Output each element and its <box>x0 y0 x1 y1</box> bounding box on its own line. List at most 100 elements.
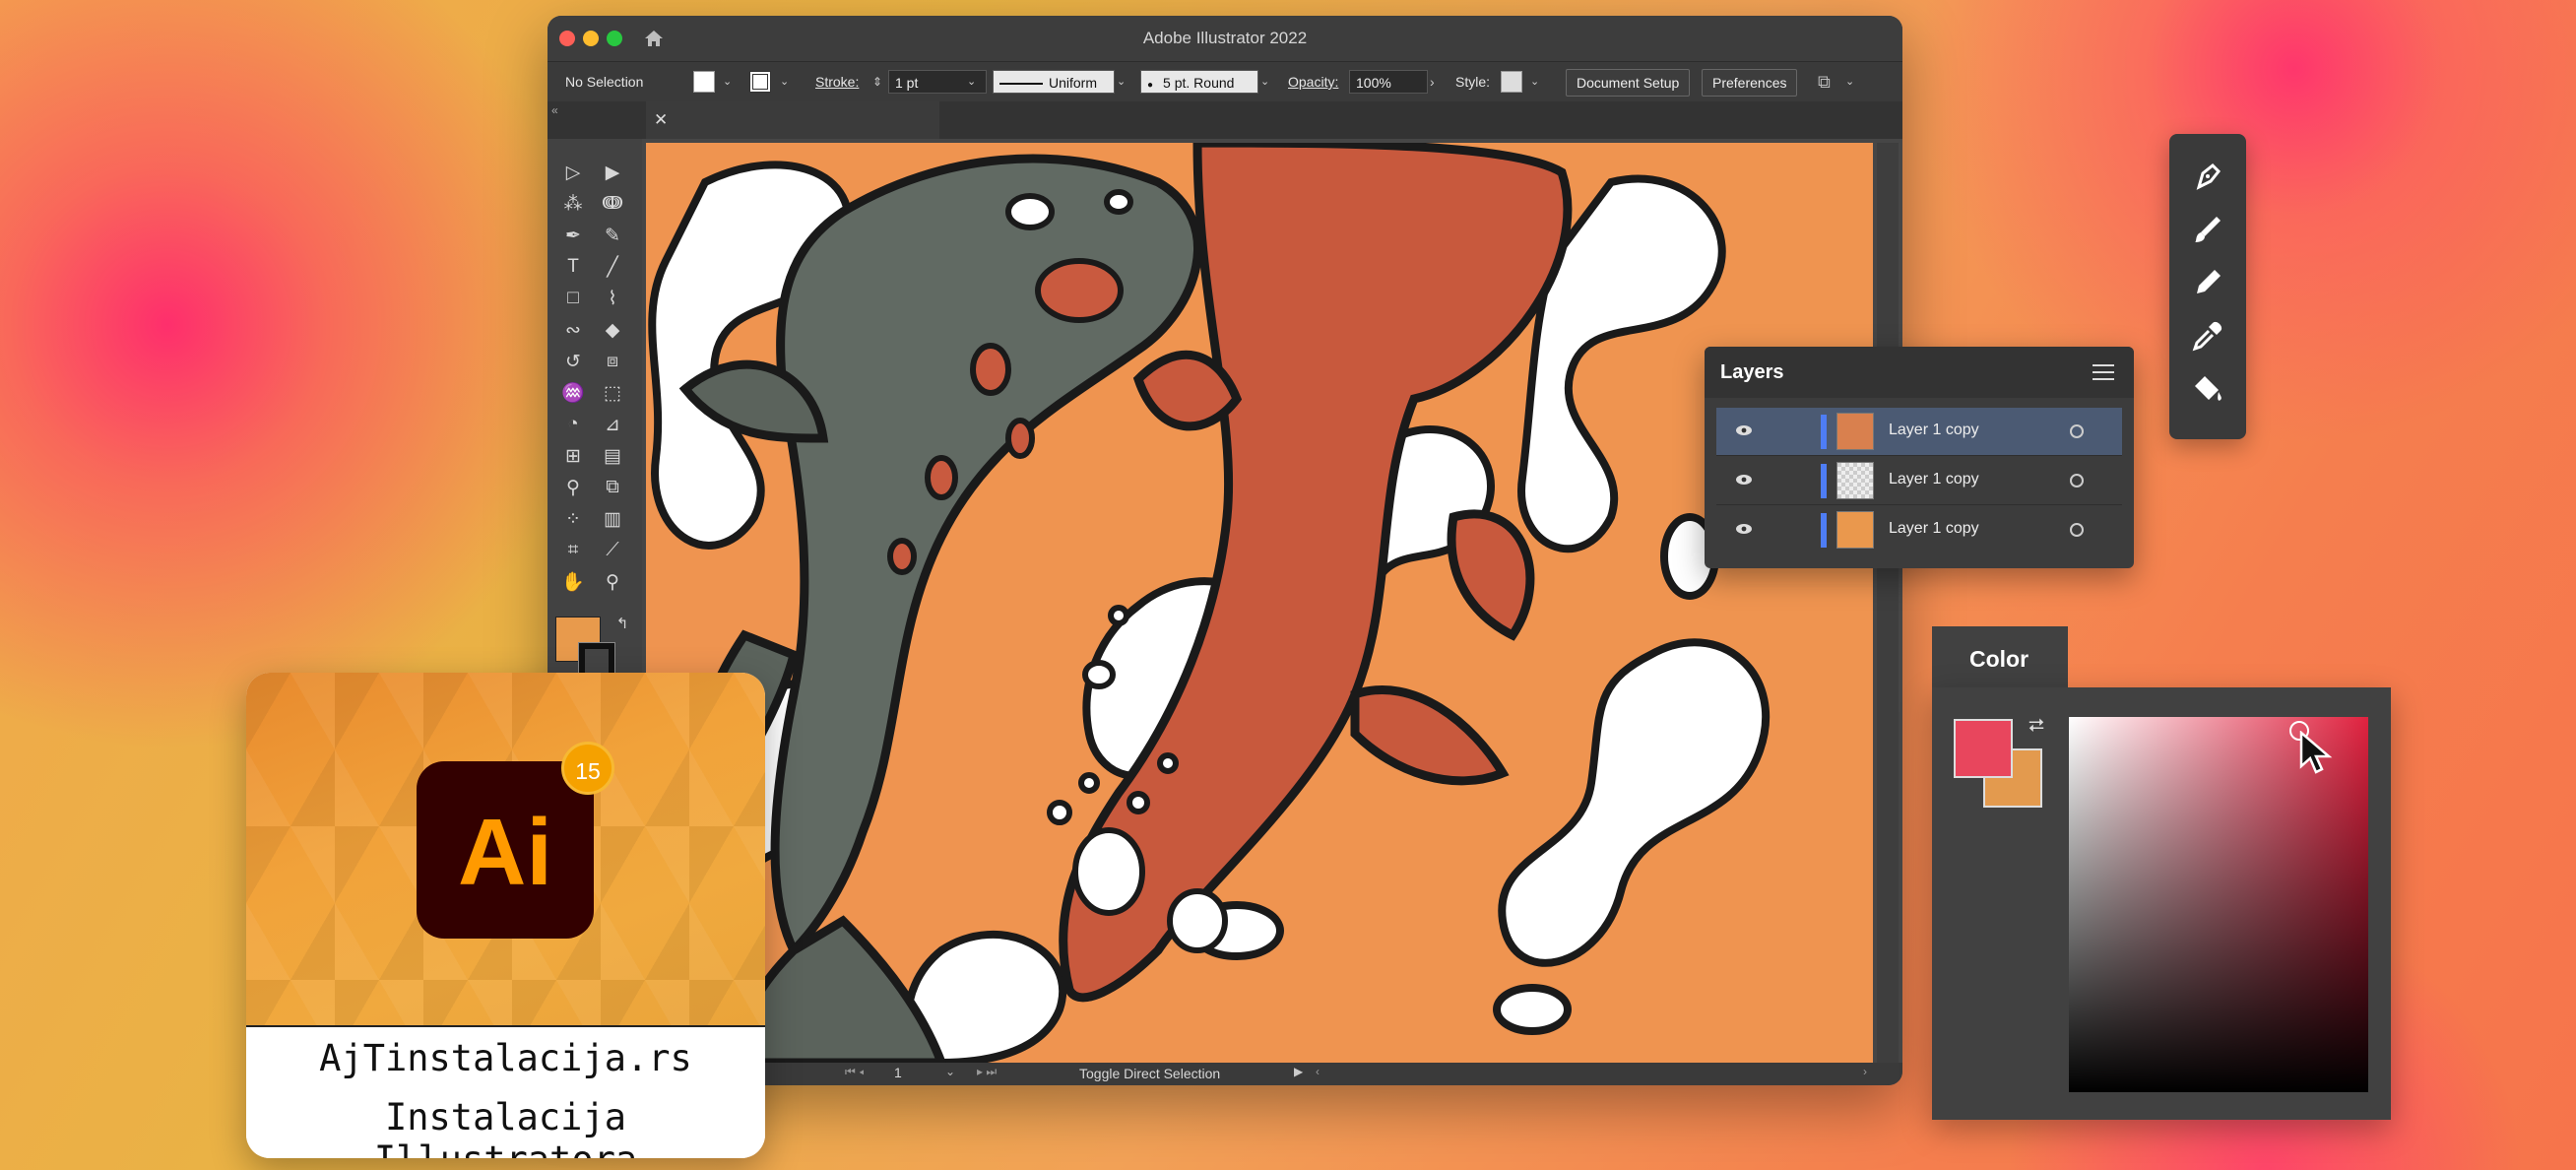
gradient-tool-icon[interactable]: ▤ <box>599 442 626 470</box>
swap-colors-icon[interactable]: ⮂ <box>2029 715 2044 738</box>
app-icon-card: Ai 15 AjTinstalacija.rs Instalacija Illu… <box>246 673 765 1158</box>
layer-row[interactable]: Layer 1 copy <box>1716 408 2122 456</box>
close-icon[interactable]: ✕ <box>654 110 668 130</box>
chevron-left-icon[interactable]: ‹ <box>1316 1065 1320 1078</box>
pen-tool-icon[interactable]: ✒ <box>559 222 587 249</box>
blend-tool-icon[interactable]: ⧉ <box>599 474 626 501</box>
layer-row[interactable]: Layer 1 copy <box>1716 506 2122 554</box>
color-panel-tab[interactable]: Color <box>1932 626 2068 689</box>
target-circle-icon[interactable] <box>2070 474 2084 488</box>
eye-icon[interactable] <box>1735 523 1753 535</box>
curvature-tool-icon[interactable]: ✎ <box>599 222 626 249</box>
free-transform-icon[interactable]: ⬚ <box>599 379 626 407</box>
chevron-right-icon[interactable]: › <box>1430 62 1435 101</box>
logo-text: Ai <box>458 800 552 905</box>
first-artboard-icon[interactable]: ⏮ ◂ <box>845 1065 865 1079</box>
document-tab[interactable]: ✕ <box>646 101 939 139</box>
eye-icon[interactable] <box>1735 474 1753 486</box>
chevron-down-icon[interactable]: ⌄ <box>945 1065 955 1078</box>
opacity-label[interactable]: Opacity: <box>1288 62 1338 101</box>
document-tab-strip: « ✕ <box>547 101 1902 139</box>
color-panel: ⮂ <box>1932 687 2391 1120</box>
collapse-icon[interactable]: « <box>551 103 558 117</box>
brush-definition[interactable]: ● 5 pt. Round <box>1140 70 1258 94</box>
layer-name[interactable]: Layer 1 copy <box>1889 520 1979 538</box>
artboard-tool-icon[interactable]: ⌗ <box>559 537 587 564</box>
variable-width-profile[interactable]: Uniform <box>993 70 1115 94</box>
magic-wand-icon[interactable]: ⁂ <box>559 190 587 218</box>
fill-color-swatch[interactable] <box>1954 719 2013 778</box>
vertical-scrollbar[interactable] <box>1877 143 1899 1063</box>
hamburger-menu-icon[interactable] <box>2093 364 2114 385</box>
stroke-swatch-control[interactable] <box>749 71 771 93</box>
stepper-icon[interactable]: ⇕ <box>872 62 882 101</box>
window-title: Adobe Illustrator 2022 <box>1142 29 1308 47</box>
fill-swatch-control[interactable] <box>693 71 715 93</box>
eyedropper-icon[interactable]: ⚲ <box>559 474 587 501</box>
direct-selection-tool-icon[interactable]: ▶ <box>599 159 626 186</box>
opacity-field[interactable]: 100% <box>1349 70 1428 94</box>
layer-thumbnail <box>1836 413 1874 450</box>
preferences-button[interactable]: Preferences <box>1702 69 1798 97</box>
profile-label: Uniform <box>1049 75 1098 91</box>
hand-tool-icon[interactable]: ✋ <box>559 568 587 596</box>
chevron-down-icon[interactable]: ⌄ <box>1530 62 1539 101</box>
target-circle-icon[interactable] <box>2070 523 2084 537</box>
document-setup-button[interactable]: Document Setup <box>1566 69 1691 97</box>
graphic-style-swatch[interactable] <box>1501 71 1522 93</box>
pen-tool-icon[interactable] <box>2191 160 2224 193</box>
swap-colors-icon[interactable]: ↰ <box>609 610 636 637</box>
mesh-tool-icon[interactable]: ⊞ <box>559 442 587 470</box>
eyedropper-icon[interactable] <box>2191 319 2224 353</box>
chevron-down-icon[interactable]: ⌄ <box>1845 62 1854 101</box>
target-circle-icon[interactable] <box>2070 424 2084 438</box>
mouse-cursor-icon <box>2299 731 2333 774</box>
chevron-down-icon[interactable]: ⌄ <box>1260 62 1269 101</box>
paint-bucket-icon[interactable] <box>2191 372 2224 406</box>
warp-tool-icon[interactable]: ♒ <box>559 379 587 407</box>
color-picker-field[interactable] <box>2069 717 2368 1092</box>
chevron-right-icon[interactable]: › <box>1863 1065 1867 1078</box>
graph-tool-icon[interactable]: ▥ <box>599 505 626 533</box>
artboard-canvas[interactable] <box>646 143 1873 1063</box>
floating-tools-panel <box>2169 134 2246 439</box>
chevron-down-icon[interactable]: ⌄ <box>1117 62 1126 101</box>
status-menu-icon[interactable]: ▶ <box>1294 1065 1303 1078</box>
chevron-down-icon[interactable]: ⌄ <box>780 62 789 101</box>
illustrator-logo: Ai <box>417 761 594 939</box>
caption-site: AjTinstalacija.rs <box>319 1037 692 1079</box>
selection-tool-icon[interactable]: ▷ <box>559 159 587 186</box>
artboard-number[interactable]: 1 <box>894 1065 902 1080</box>
zoom-tool-icon[interactable]: ⚲ <box>599 568 626 596</box>
brush-icon[interactable] <box>2191 213 2224 246</box>
caption-title: Instalacija Illustratora <box>374 1096 637 1158</box>
layer-name[interactable]: Layer 1 copy <box>1889 422 1979 439</box>
rotate-tool-icon[interactable]: ↺ <box>559 348 587 375</box>
last-artboard-icon[interactable]: ▸ ⏭ <box>977 1065 997 1079</box>
rectangle-tool-icon[interactable]: □ <box>559 285 587 312</box>
eye-icon[interactable] <box>1735 424 1753 436</box>
shaper-tool-icon[interactable]: ∾ <box>559 316 587 344</box>
paintbrush-icon[interactable]: ⌇ <box>599 285 626 312</box>
type-tool-icon[interactable]: T <box>559 253 587 281</box>
scale-tool-icon[interactable]: ⧈ <box>599 348 626 375</box>
control-bar: No Selection ⌄ ⌄ Stroke: ⇕ 1 pt ⌄ Unifor… <box>547 61 1902 101</box>
lasso-icon[interactable]: ↈ <box>599 190 626 218</box>
perspective-grid-icon[interactable]: ⊿ <box>599 411 626 438</box>
arrange-documents-icon[interactable]: ⧉ <box>1818 62 1831 101</box>
stroke-label[interactable]: Stroke: <box>815 62 859 101</box>
style-label: Style: <box>1455 74 1491 90</box>
slice-tool-icon[interactable]: ⟋ <box>599 537 626 564</box>
layer-row[interactable]: Layer 1 copy <box>1716 457 2122 505</box>
chevron-down-icon[interactable]: ⌄ <box>967 62 976 101</box>
pencil-icon[interactable] <box>2191 266 2224 299</box>
eraser-icon[interactable]: ◆ <box>599 316 626 344</box>
layer-name[interactable]: Layer 1 copy <box>1889 471 1979 488</box>
shape-builder-icon[interactable]: ◔ <box>559 411 587 438</box>
line-tool-icon[interactable]: ╱ <box>599 253 626 281</box>
layers-title[interactable]: Layers <box>1720 361 1784 384</box>
color-panel-title: Color <box>1969 646 2029 672</box>
chevron-down-icon[interactable]: ⌄ <box>723 62 732 101</box>
symbol-sprayer-icon[interactable]: ⁘ <box>559 505 587 533</box>
card-caption: AjTinstalacija.rs Instalacija Illustrato… <box>246 1025 765 1158</box>
